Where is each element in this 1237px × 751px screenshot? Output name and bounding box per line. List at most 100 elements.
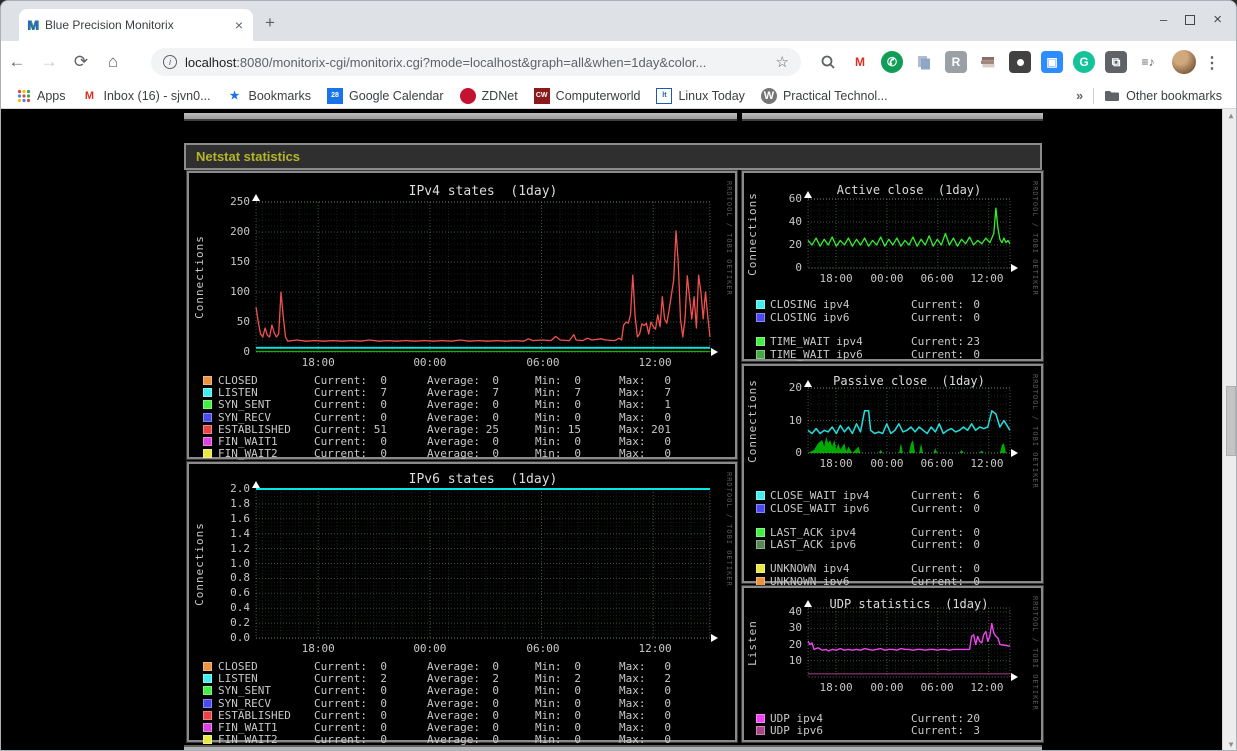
extensions-puzzle-icon[interactable]: ⧉ [1105,51,1127,73]
legend-current-value: 0 [973,525,980,539]
legend-max-value: 0 [664,410,671,424]
bookmark-zdnet[interactable]: ZDNet [459,87,518,104]
legend-average-value: 2 [492,672,499,686]
scrollbar-thumb[interactable] [1226,386,1236,456]
legend-current-value: 0 [380,435,387,448]
books-icon[interactable] [977,51,999,73]
legend-current-value: 2 [380,672,387,686]
browser-tab[interactable]: M Blue Precision Monitorix × [19,9,253,41]
bookmark-practical-tech[interactable]: W Practical Technol... [760,87,888,104]
phone-icon[interactable]: ✆ [881,51,903,73]
bookmark-label: Google Calendar [349,88,444,103]
home-button[interactable]: ⌂ [97,52,129,72]
legend-series-name: TIME_WAIT ipv6 [770,347,863,361]
extension-icons-row: M ✆ R ▣ G ⧉ ≡♪ [817,41,1159,83]
legend-current-value: 0 [973,562,980,575]
other-bookmarks-button[interactable]: Other bookmarks [1104,88,1222,104]
legend-max-value: 2 [664,672,671,686]
x-tick-label: 00:00 [870,457,904,470]
legend-swatch-icon [756,349,765,359]
search-icon[interactable] [817,51,839,73]
playlist-icon[interactable]: ≡♪ [1137,51,1159,73]
monitorix-favicon-icon: M [27,17,39,33]
r-app-icon[interactable]: R [945,51,967,73]
x-tick-label: 12:00 [638,642,672,655]
legend-series-name: FIN_WAIT1 [218,721,278,734]
bookmark-star-icon[interactable]: ☆ [776,53,789,71]
scroll-down-arrow-icon[interactable]: ▼ [1223,738,1236,750]
profile-avatar[interactable] [1172,50,1196,74]
legend-current-value: 0 [380,398,387,412]
x-tick-label: 18:00 [301,356,335,369]
bookmark-google-calendar[interactable]: 28 Google Calendar [327,87,444,104]
x-tick-label: 00:00 [870,681,904,694]
bookmark-apps[interactable]: Apps [17,89,66,103]
bookmarks-bar: Apps M Inbox (16) - sjvn0... ★ Bookmarks 28 Go… [1,83,1236,109]
x-tick-label: 18:00 [819,457,853,470]
legend-swatch-icon [203,674,212,684]
legend-current-value: 0 [380,660,387,673]
legend-min-value: 0 [574,410,581,424]
lamp-icon[interactable] [1009,51,1031,73]
bookmark-bookmarks[interactable]: ★ Bookmarks [227,88,311,104]
grammarly-icon[interactable]: G [1073,51,1095,73]
section-title: Netstat statistics [196,149,301,164]
legend-min-value: 0 [574,435,581,448]
legend-max-value: 201 [651,422,671,436]
legend-current-value: 0 [380,684,387,698]
browser-menu-icon[interactable]: ⋮ [1200,53,1224,73]
legend-swatch-icon [756,714,765,723]
tab-close-icon[interactable]: × [233,17,245,33]
bookmark-computerworld[interactable]: CW Computerworld [533,87,640,104]
page-scrollbar[interactable]: ▲ ▼ [1222,109,1236,750]
y-tick-label: 0 [795,446,802,459]
new-tab-button[interactable]: + [265,13,275,33]
legend-series-name: FIN_WAIT1 [218,435,278,448]
y-tick-label: 0 [243,345,250,358]
maximize-button[interactable] [1185,14,1196,25]
url-host: localhost [185,54,237,70]
bookmark-inbox[interactable]: M Inbox (16) - sjvn0... [82,88,211,104]
y-tick-label: 1.4 [230,526,250,540]
legend-current-value: 0 [380,447,387,461]
graph-active_close[interactable]: Active close (1day) Connections RRDTOOL / … [742,171,1043,361]
legend-min-value: 0 [574,660,581,673]
x-tick-label: 18:00 [819,272,853,285]
section-header: Netstat statistics [184,143,1042,170]
bookmark-label: Inbox (16) - sjvn0... [103,88,211,103]
legend-series-name: TIME_WAIT ipv4 [770,335,863,348]
bookmark-label: Linux Today [678,88,745,103]
legend-series-name: SYN_SENT [218,684,271,698]
legend-current-value: 0 [380,721,387,734]
scroll-up-arrow-icon[interactable]: ▲ [1223,109,1236,123]
legend-swatch-icon [756,312,765,322]
back-button[interactable]: ← [1,52,33,72]
legend-series-name: CLOSE_WAIT ipv4 [770,489,870,502]
bookmarks-overflow-chevron[interactable]: » [1076,89,1083,103]
graph-udp_statistics[interactable]: UDP statistics (1day) Listen RRDTOOL / TOB… [742,586,1043,742]
x-tick-label: 00:00 [413,642,447,655]
legend-max-value: 0 [664,684,671,698]
x-tick-label: 06:00 [526,356,560,369]
copy-pages-icon[interactable] [913,51,935,73]
legend-current-value: 0 [973,310,980,324]
graph-ipv4_states[interactable]: IPv4 states (1day) Connections RRDTOOL / T… [187,171,737,461]
legend-series-name: FIN_WAIT2 [218,447,278,461]
bookmark-label: Apps [37,88,66,103]
bookmark-linux-today[interactable]: lt Linux Today [656,87,745,104]
y-tick-label: 150 [230,255,250,268]
legend-swatch-icon [756,540,765,549]
graph-ipv6_states[interactable]: IPv6 states (1day) Connections RRDTOOL / T… [187,462,737,746]
reload-button[interactable]: ⟳ [65,52,97,72]
gmail-icon[interactable]: M [849,51,871,73]
minimize-button[interactable]: – [1160,12,1167,27]
close-button[interactable]: × [1213,11,1222,28]
y-tick-label: 20 [788,637,802,651]
address-bar[interactable]: i localhost :8080/monitorix-cgi/monitori… [151,48,801,76]
bookmark-label: ZDNet [481,88,518,103]
forward-button[interactable]: → [33,52,65,72]
graph-passive_close[interactable]: Passive close (1day) Connections RRDTOOL /… [742,364,1043,587]
video-camera-icon[interactable]: ▣ [1041,51,1063,73]
legend-series-name: CLOSED [218,660,258,673]
site-info-icon[interactable]: i [163,55,177,69]
